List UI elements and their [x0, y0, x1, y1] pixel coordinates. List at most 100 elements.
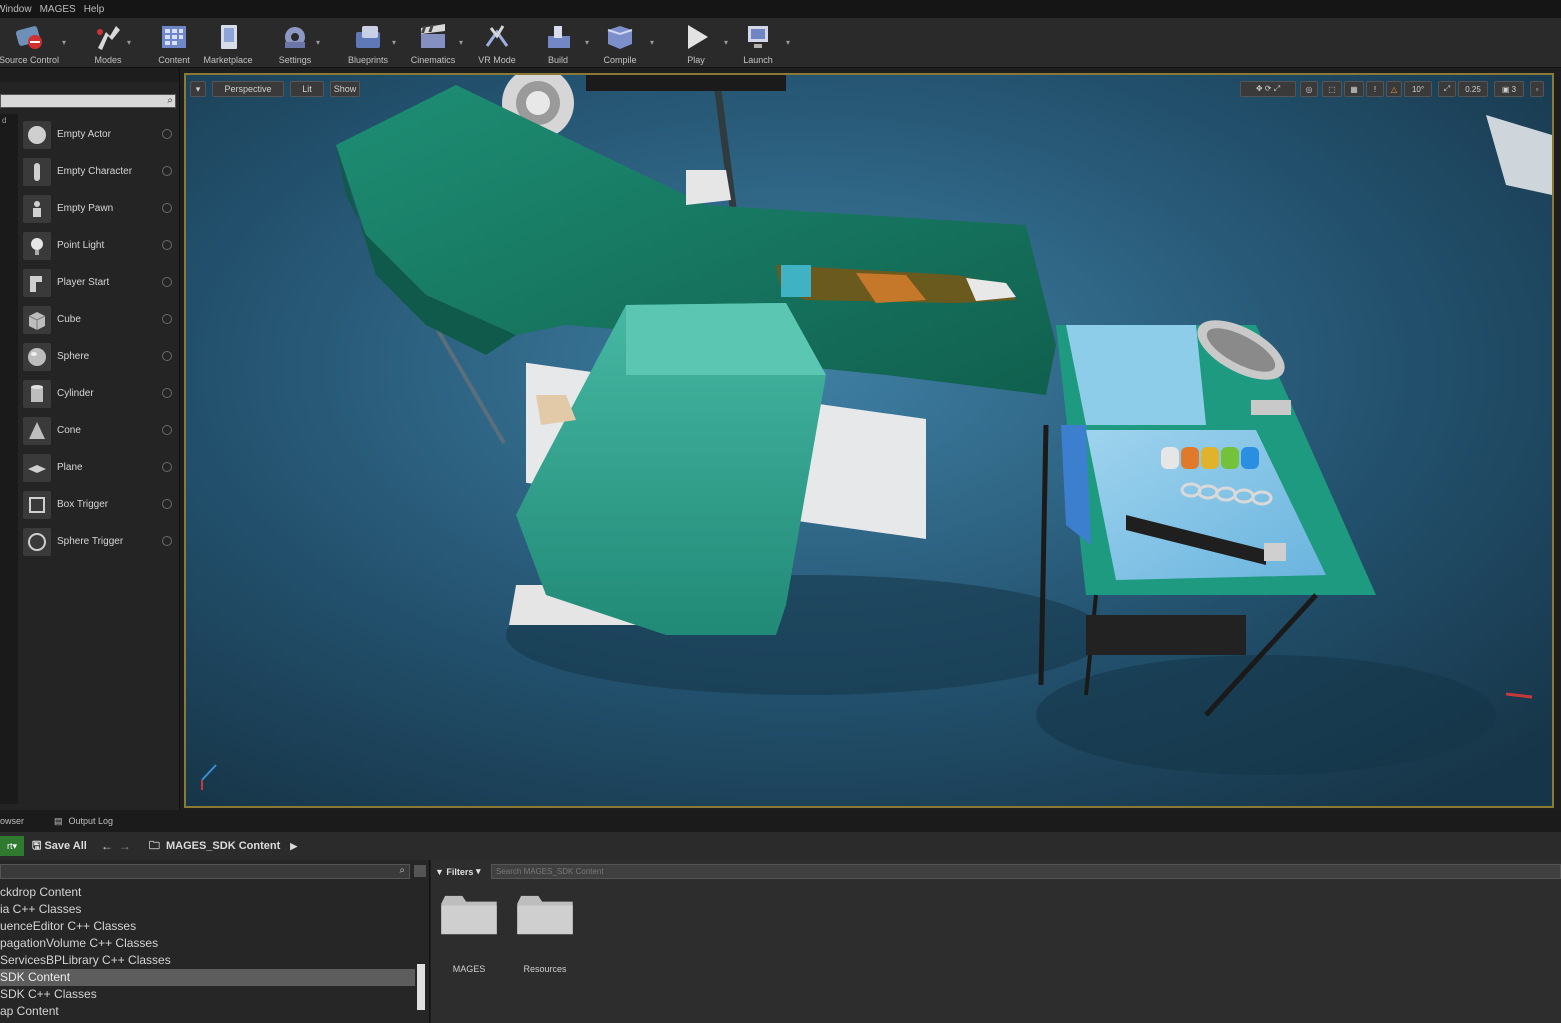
asset-view: ▼ Filters ▾ Search MAGES_SDK Content MAG… — [431, 860, 1561, 1023]
place-item-label: Box Trigger — [57, 499, 109, 510]
camera-speed-button[interactable]: ▣ 3 — [1494, 81, 1524, 97]
view-mode-lit-button[interactable]: Lit — [290, 81, 324, 97]
cone-icon — [23, 416, 51, 445]
settings-button[interactable]: Settings — [272, 20, 318, 66]
place-actors-panel: ⌕ d Empty Actor Empty Character Empty Pa… — [0, 68, 180, 810]
folder-search-input[interactable]: ⌕ — [0, 864, 410, 879]
chevron-down-icon: ▾ — [473, 866, 481, 876]
folder-tree: ckdrop Content ia C++ Classes uenceEdito… — [0, 884, 415, 1020]
panel-tab — [0, 68, 179, 82]
filters-button[interactable]: ▼ Filters ▾ — [435, 864, 480, 879]
maximize-viewport-icon[interactable]: ▫ — [1530, 81, 1544, 97]
tree-item[interactable]: ckdrop Content — [0, 884, 415, 901]
tree-scrollbar[interactable] — [417, 964, 425, 1010]
place-item-player-start[interactable]: Player Start — [20, 264, 178, 301]
modes-button[interactable]: Modes — [88, 20, 128, 66]
sources-toggle-icon[interactable] — [414, 865, 426, 877]
chevron-right-icon[interactable]: ▶ — [290, 841, 297, 852]
folder-resources[interactable]: Resources — [513, 894, 577, 974]
place-item-label: Empty Actor — [57, 129, 111, 140]
place-item-cone[interactable]: Cone — [20, 412, 178, 449]
main-toolbar: Source Control ▾ Modes ▾ Content Marketp… — [0, 18, 1561, 68]
info-icon[interactable] — [162, 166, 172, 176]
grid-snap-icon[interactable]: ▦ — [1344, 81, 1364, 97]
tree-item[interactable]: ia C++ Classes — [0, 901, 415, 918]
world-local-icon[interactable]: ◎ — [1300, 81, 1318, 97]
cinematics-button[interactable]: Cinematics — [405, 20, 461, 66]
tab-output-log[interactable]: Output Log — [69, 816, 114, 826]
menu-help[interactable]: Help — [84, 4, 113, 15]
place-item-empty-actor[interactable]: Empty Actor — [20, 116, 178, 153]
build-button[interactable]: Build — [538, 20, 578, 66]
save-icon: 🖫 — [32, 839, 45, 852]
tree-item-selected[interactable]: SDK Content — [0, 969, 415, 986]
compile-icon — [603, 20, 637, 54]
marketplace-icon — [211, 20, 245, 54]
menu-mages[interactable]: MAGES — [40, 4, 84, 15]
category-label[interactable]: d — [2, 116, 6, 125]
show-button[interactable]: Show — [330, 81, 360, 97]
place-item-empty-pawn[interactable]: Empty Pawn — [20, 190, 178, 227]
grid-size-icon[interactable]: ! — [1366, 81, 1384, 97]
surface-snap-icon[interactable]: ⬚ — [1322, 81, 1342, 97]
tree-item[interactable]: uenceEditor C++ Classes — [0, 918, 415, 935]
sphere-icon — [23, 120, 51, 149]
info-icon[interactable] — [162, 129, 172, 139]
marketplace-button[interactable]: Marketplace — [200, 20, 256, 66]
place-item-cube[interactable]: Cube — [20, 301, 178, 338]
info-icon[interactable] — [162, 499, 172, 509]
place-item-sphere-trigger[interactable]: Sphere Trigger — [20, 523, 178, 560]
info-icon[interactable] — [162, 203, 172, 213]
source-control-button[interactable]: Source Control — [0, 20, 64, 66]
place-item-box-trigger[interactable]: Box Trigger — [20, 486, 178, 523]
unreal-editor-window: Window MAGES Help Source Control ▾ Modes… — [0, 0, 1561, 1023]
info-icon[interactable] — [162, 388, 172, 398]
vr-mode-button[interactable]: VR Mode — [474, 20, 520, 66]
menu-window[interactable]: Window — [0, 4, 40, 15]
info-icon[interactable] — [162, 240, 172, 250]
place-actor-list: Empty Actor Empty Character Empty Pawn P… — [20, 116, 178, 560]
save-all-button[interactable]: 🖫 Save All — [32, 837, 87, 856]
play-button[interactable]: Play — [676, 20, 716, 66]
back-arrow-icon[interactable]: ← — [101, 839, 113, 853]
tab-content-browser[interactable]: owser — [0, 816, 24, 826]
forward-arrow-icon[interactable]: → — [119, 839, 131, 853]
rotation-snap-icon[interactable]: △ — [1386, 81, 1402, 97]
breadcrumb[interactable]: 🗀 MAGES_SDK Content ▶ — [149, 837, 297, 856]
rotation-snap-value[interactable]: 10° — [1404, 81, 1432, 97]
perspective-button[interactable]: Perspective — [212, 81, 284, 97]
transform-tools-group[interactable]: ✥ ⟳ ⤢ — [1240, 81, 1296, 97]
place-item-cylinder[interactable]: Cylinder — [20, 375, 178, 412]
tree-item[interactable]: ap Content — [0, 1003, 415, 1020]
place-item-plane[interactable]: Plane — [20, 449, 178, 486]
compile-button[interactable]: Compile — [598, 20, 642, 66]
place-item-label: Cube — [57, 314, 81, 325]
info-icon[interactable] — [162, 314, 172, 324]
viewport-options-button[interactable]: ▾ — [190, 81, 206, 97]
content-button[interactable]: Content — [154, 20, 194, 66]
place-item-sphere[interactable]: Sphere — [20, 338, 178, 375]
lower-tab-bar: owser ▤ Output Log — [0, 810, 1561, 832]
tree-item[interactable]: SDK C++ Classes — [0, 986, 415, 1003]
tree-item[interactable]: pagationVolume C++ Classes — [0, 935, 415, 952]
level-viewport[interactable]: ▾ Perspective Lit Show ✥ ⟳ ⤢ ◎ ⬚ ▦ ! △ 1… — [184, 73, 1554, 808]
asset-search-input[interactable]: Search MAGES_SDK Content — [491, 864, 1561, 879]
info-icon[interactable] — [162, 536, 172, 546]
folder-mages[interactable]: MAGES — [437, 894, 501, 974]
search-icon: ⌕ — [399, 865, 405, 876]
scale-snap-value[interactable]: 0.25 — [1458, 81, 1488, 97]
place-search-input[interactable]: ⌕ — [0, 94, 176, 108]
scale-snap-icon[interactable]: ⤢ — [1438, 81, 1456, 97]
info-icon[interactable] — [162, 351, 172, 361]
info-icon[interactable] — [162, 425, 172, 435]
tree-item[interactable]: ServicesBPLibrary C++ Classes — [0, 952, 415, 969]
blueprints-button[interactable]: Blueprints — [342, 20, 394, 66]
place-item-label: Empty Character — [57, 166, 133, 177]
import-button[interactable]: rt ▾ — [0, 836, 24, 856]
place-item-point-light[interactable]: Point Light — [20, 227, 178, 264]
place-item-empty-character[interactable]: Empty Character — [20, 153, 178, 190]
search-icon: ⌕ — [167, 95, 173, 106]
launch-button[interactable]: Launch — [738, 20, 778, 66]
info-icon[interactable] — [162, 277, 172, 287]
info-icon[interactable] — [162, 462, 172, 472]
